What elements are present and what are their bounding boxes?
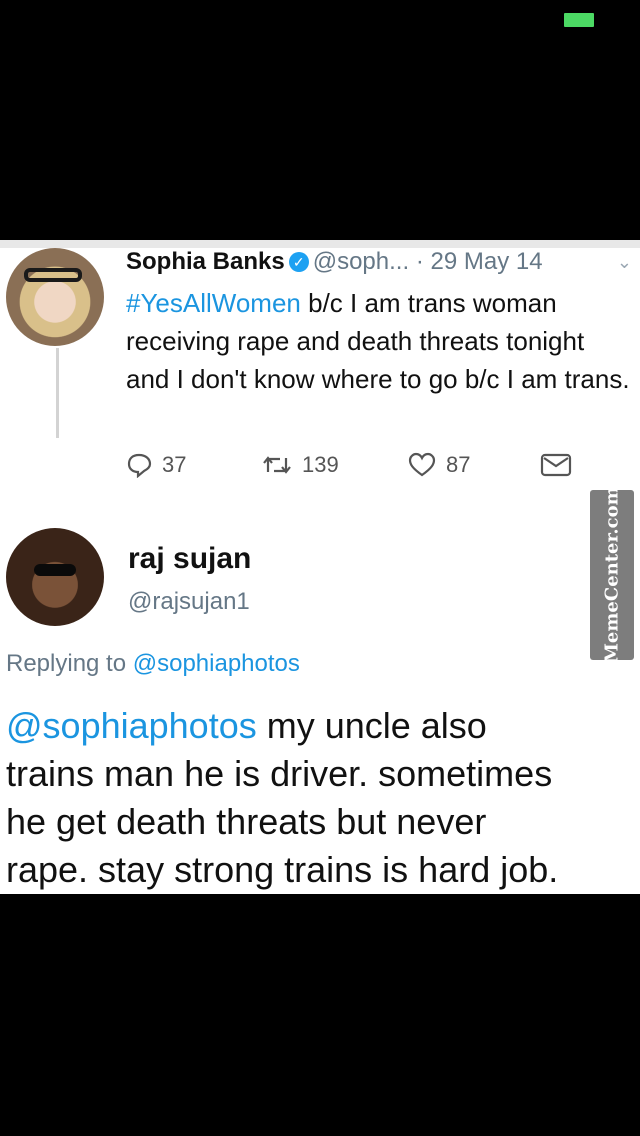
watermark: MemeCenter.com bbox=[590, 487, 634, 663]
replying-to: Replying to @sophiaphotos bbox=[6, 650, 300, 678]
replying-label: Replying to bbox=[6, 650, 133, 677]
retweet-icon bbox=[262, 452, 292, 478]
battery-icon bbox=[564, 13, 594, 27]
retweet-count: 139 bbox=[302, 452, 339, 477]
thread-line bbox=[56, 348, 59, 438]
avatar[interactable] bbox=[6, 248, 104, 346]
reply-author-name[interactable]: raj sujan bbox=[128, 542, 251, 576]
reply-text: @sophiaphotos my uncle also trains man h… bbox=[6, 702, 638, 894]
tweet-text: #YesAllWomen b/c I am trans woman receiv… bbox=[126, 284, 631, 398]
envelope-icon bbox=[540, 452, 572, 478]
message-button[interactable] bbox=[540, 452, 572, 478]
watermark-text: MemeCenter.com bbox=[601, 486, 623, 664]
separator: · bbox=[415, 248, 424, 275]
heart-icon bbox=[408, 452, 436, 478]
like-count: 87 bbox=[446, 452, 471, 477]
tweet-screenshot: Sophia Banks ✓ @soph... · 29 May 14 ⌄ #Yes… bbox=[0, 240, 640, 894]
tweet-actions: 37 139 87 bbox=[126, 452, 586, 488]
author-handle[interactable]: @soph... bbox=[313, 248, 409, 275]
reply-line: he get death threats but never bbox=[6, 801, 487, 842]
reply-line: rape. stay strong trains is hard job. bbox=[6, 849, 559, 890]
divider bbox=[0, 240, 640, 248]
mention-link[interactable]: @sophiaphotos bbox=[6, 705, 257, 746]
tweet-date[interactable]: 29 May 14 bbox=[430, 248, 542, 275]
reply-line: my uncle also bbox=[256, 705, 487, 746]
glasses-shape bbox=[24, 268, 82, 282]
author-name[interactable]: Sophia Banks bbox=[126, 248, 285, 275]
reply-button[interactable]: 37 bbox=[126, 452, 186, 478]
like-button[interactable]: 87 bbox=[408, 452, 470, 478]
verified-badge-icon: ✓ bbox=[288, 252, 309, 272]
reply-icon bbox=[126, 452, 152, 478]
original-tweet-header: Sophia Banks ✓ @soph... · 29 May 14 bbox=[126, 248, 543, 276]
reply-count: 37 bbox=[162, 452, 187, 477]
reply-line: trains man he is driver. sometimes bbox=[6, 753, 553, 794]
sunglasses-shape bbox=[34, 564, 76, 576]
reply-author-handle[interactable]: @rajsujan1 bbox=[128, 588, 250, 616]
retweet-button[interactable]: 139 bbox=[262, 452, 339, 478]
replying-to-link[interactable]: @sophiaphotos bbox=[133, 650, 300, 677]
avatar[interactable] bbox=[6, 528, 104, 626]
chevron-down-icon[interactable]: ⌄ bbox=[617, 252, 632, 273]
hashtag-link[interactable]: #YesAllWomen bbox=[126, 288, 301, 318]
